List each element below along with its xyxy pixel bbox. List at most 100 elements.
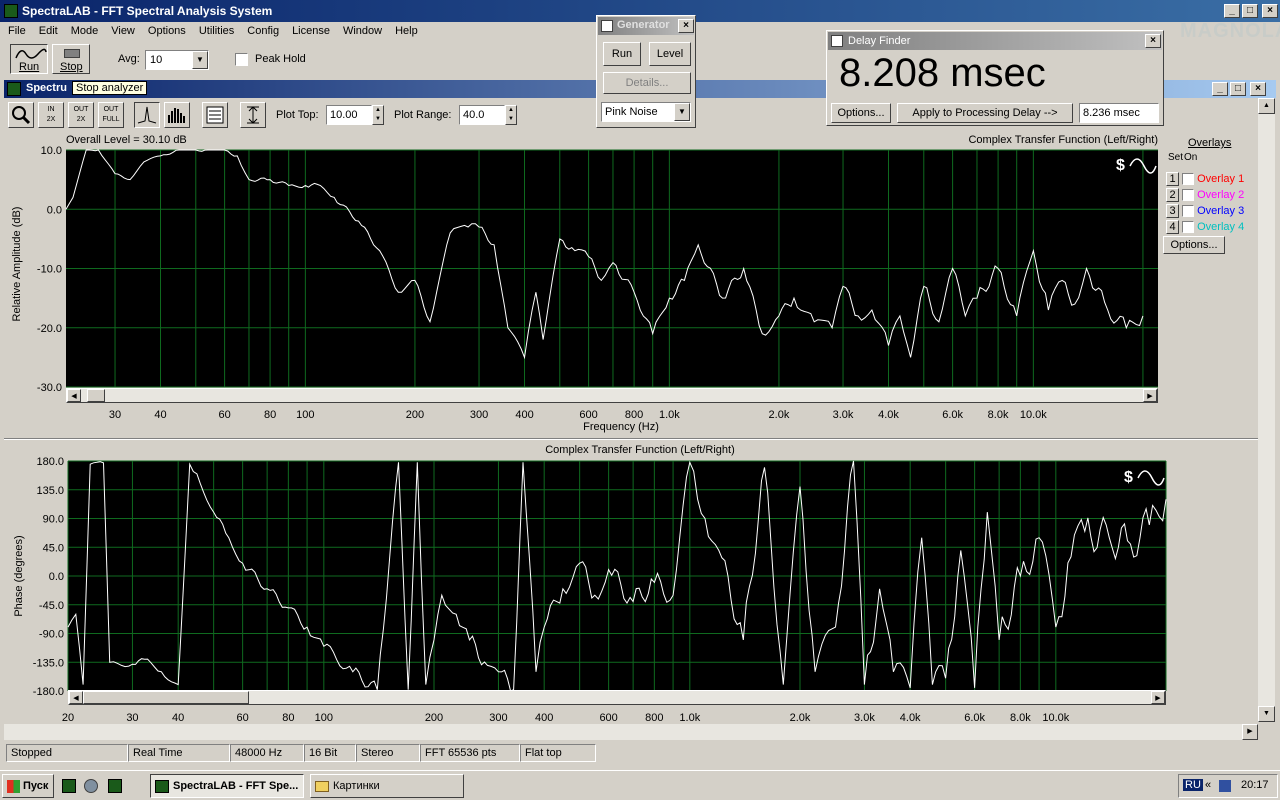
- scroll-thumb[interactable]: [87, 389, 105, 402]
- menu-config[interactable]: Config: [239, 22, 284, 37]
- menu-options[interactable]: Options: [140, 22, 191, 37]
- spectrum-window-title: Spectru: [26, 82, 67, 94]
- x-tick-label: 600: [599, 712, 617, 724]
- scroll-right-icon[interactable]: ▶: [1143, 389, 1157, 402]
- y-tick-label: 180.0: [36, 456, 64, 468]
- zoom-in-2x-button[interactable]: IN 2X: [38, 102, 64, 128]
- menu-license[interactable]: License: [284, 22, 335, 37]
- x-tick-label: 1.0k: [679, 712, 700, 724]
- autoscale-button[interactable]: [240, 102, 266, 128]
- scroll-right-icon[interactable]: ▶: [1151, 691, 1165, 704]
- scroll-left-icon[interactable]: ◀: [67, 389, 81, 402]
- apply-delay-button[interactable]: Apply to Processing Delay -->: [897, 103, 1073, 123]
- scroll-down-icon[interactable]: ▼: [1258, 706, 1275, 722]
- bottom-chart-title: Complex Transfer Function (Left/Right): [545, 444, 735, 456]
- maximize-icon[interactable]: □: [1230, 82, 1246, 96]
- scroll-thumb[interactable]: [83, 691, 249, 704]
- peak-hold-checkbox[interactable]: [235, 53, 248, 66]
- overlay-set-button[interactable]: 4: [1166, 220, 1179, 234]
- taskbar-folder[interactable]: Картинки: [310, 774, 464, 798]
- scroll-right-icon[interactable]: ▶: [1242, 724, 1258, 740]
- x-tick-label: 2.0k: [790, 712, 811, 724]
- overlay-set-button[interactable]: 2: [1166, 188, 1179, 202]
- scroll-left-icon[interactable]: ◀: [69, 691, 83, 704]
- zoom-out-2x-button[interactable]: OUT 2X: [68, 102, 94, 128]
- menu-mode[interactable]: Mode: [63, 22, 104, 37]
- overlay-set-button[interactable]: 3: [1166, 204, 1179, 218]
- generator-run-button[interactable]: Run: [603, 42, 641, 66]
- horizontal-scrollbar[interactable]: ▶: [4, 724, 1258, 740]
- quicklaunch-icon[interactable]: [62, 779, 76, 793]
- menu-edit[interactable]: Edit: [31, 22, 63, 37]
- menu-file[interactable]: File: [0, 22, 31, 37]
- bar-plot-button[interactable]: [164, 102, 190, 128]
- overlay-checkbox[interactable]: [1182, 221, 1195, 234]
- generator-signal-value: Pink Noise: [605, 106, 658, 118]
- overlay-set-button[interactable]: 1: [1166, 172, 1179, 186]
- start-button[interactable]: Пуск: [2, 774, 54, 798]
- avg-select[interactable]: 10 ▼: [145, 50, 209, 70]
- quicklaunch-icon[interactable]: [108, 779, 122, 793]
- overlay-checkbox[interactable]: [1182, 205, 1195, 218]
- plot-top-spinner[interactable]: ▲ ▼: [372, 105, 384, 125]
- top-chart-scrollbar[interactable]: ◀ ▶: [66, 388, 1158, 403]
- close-icon[interactable]: ×: [1145, 34, 1161, 48]
- vertical-scrollbar[interactable]: ▲ ▼: [1258, 98, 1275, 722]
- y-tick-label: -135.0: [33, 657, 64, 669]
- zoom-full-button[interactable]: OUT FULL: [98, 102, 124, 128]
- language-indicator[interactable]: RU: [1183, 779, 1203, 791]
- chevron-down-icon[interactable]: ▼: [674, 103, 690, 121]
- overlay-checkbox[interactable]: [1182, 173, 1195, 186]
- plot-range-spinner[interactable]: ▲ ▼: [505, 105, 517, 125]
- settings-button[interactable]: [202, 102, 228, 128]
- applied-delay-field[interactable]: 8.236 msec: [1079, 103, 1159, 123]
- line-plot-button[interactable]: [134, 102, 160, 128]
- app-icon: [4, 4, 18, 18]
- x-tick-label: 800: [645, 712, 663, 724]
- generator-details-button[interactable]: Details...: [603, 72, 691, 94]
- chevron-down-icon[interactable]: ▼: [192, 51, 208, 69]
- top-ylabel: Relative Amplitude (dB): [11, 207, 23, 322]
- stop-button[interactable]: Stop: [52, 44, 90, 74]
- x-tick-label: 300: [470, 409, 488, 421]
- close-icon[interactable]: ×: [1250, 82, 1266, 96]
- minimize-icon[interactable]: _: [1212, 82, 1228, 96]
- taskbar-spectralab[interactable]: SpectraLAB - FFT Spe...: [150, 774, 304, 798]
- scroll-up-icon[interactable]: ▲: [1258, 98, 1275, 114]
- plot-range-input[interactable]: 40.0: [459, 105, 505, 125]
- tray-icon[interactable]: [1219, 780, 1231, 792]
- status-state: Stopped: [6, 744, 128, 762]
- generator-title: Generator: [617, 19, 670, 31]
- plot-range-value: 40.0: [463, 109, 485, 121]
- quicklaunch-icon[interactable]: [84, 779, 98, 793]
- x-tick-label: 20: [62, 712, 74, 724]
- zoom-button[interactable]: [8, 102, 34, 128]
- x-tick-label: 4.0k: [878, 409, 899, 421]
- menu-window[interactable]: Window: [335, 22, 387, 37]
- close-icon[interactable]: ×: [1262, 4, 1278, 18]
- avg-value: 10: [150, 54, 163, 66]
- close-icon[interactable]: ×: [678, 19, 694, 33]
- minimize-icon[interactable]: _: [1224, 4, 1240, 18]
- y-tick-label: 135.0: [36, 485, 64, 497]
- menu-help[interactable]: Help: [387, 22, 423, 37]
- delay-options-button[interactable]: Options...: [831, 103, 891, 123]
- generator-signal-select[interactable]: Pink Noise ▼: [601, 102, 691, 122]
- generator-level-button[interactable]: Level: [649, 42, 691, 66]
- y-tick-label: 10.0: [41, 145, 62, 157]
- menu-view[interactable]: View: [103, 22, 140, 37]
- plot-top-input[interactable]: 10.00: [326, 105, 372, 125]
- svg-text:$: $: [1116, 157, 1125, 174]
- watermark: MAGNOLA: [1180, 20, 1280, 42]
- overlay-checkbox[interactable]: [1182, 189, 1195, 202]
- tray-expand-icon[interactable]: «: [1205, 779, 1211, 791]
- run-button[interactable]: Run: [10, 44, 48, 74]
- x-tick-label: 40: [154, 409, 166, 421]
- x-tick-label: 10.0k: [1020, 409, 1047, 421]
- overlays-options-button[interactable]: Options...: [1163, 236, 1225, 254]
- x-tick-label: 60: [237, 712, 249, 724]
- maximize-icon[interactable]: □: [1242, 4, 1258, 18]
- menu-utilities[interactable]: Utilities: [191, 22, 239, 37]
- x-tick-label: 40: [172, 712, 184, 724]
- bottom-chart-scrollbar[interactable]: ◀ ▶: [68, 690, 1166, 705]
